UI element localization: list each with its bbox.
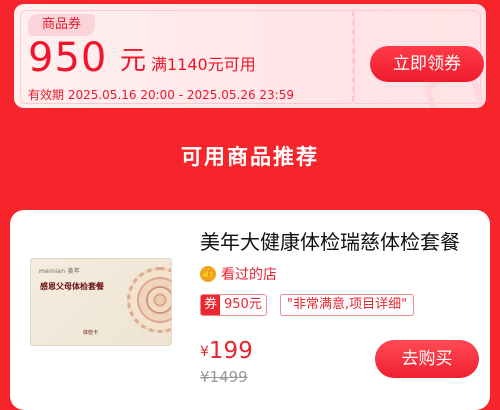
coupon-badge-value: 950元 (220, 295, 266, 315)
product-image-brand: meinian 美年 (39, 268, 81, 275)
buy-button[interactable]: 去购买 (375, 340, 479, 378)
coupon-badge-tag: 券 (201, 295, 221, 315)
product-price: ¥199 (200, 338, 253, 364)
coupon-amount: 950 (28, 35, 108, 81)
coupon-validity: 有效期 2025.05.16 20:00 - 2025.05.26 23:59 (28, 88, 294, 102)
coupon-unit: 元 (120, 46, 147, 76)
coupon-type-tag: 商品券 (28, 14, 96, 36)
section-title: 可用商品推荐 (181, 145, 319, 169)
price-value: 199 (208, 338, 253, 364)
review-badge: "非常满意,项目详细" (280, 294, 415, 316)
product-image-subtitle: 体检卡 (83, 330, 99, 336)
price-currency: ¥ (200, 344, 209, 360)
coupon-card: 商品券 950 元 满1140元可用 有效期 2025.05.16 20:00 … (14, 4, 486, 108)
product-image-title: 感恩父母体检套餐 (40, 282, 104, 291)
product-image[interactable]: meinian 美年 感恩父母体检套餐 体检卡 (30, 258, 172, 346)
original-price: ¥1499 (200, 368, 248, 386)
claim-coupon-button[interactable]: 立即领券 (370, 46, 484, 82)
thumbs-up-icon: 👍 (200, 266, 216, 282)
coupon-condition: 满1140元可用 (151, 55, 256, 74)
coupon-badge: 券 950元 (200, 294, 267, 316)
product-title[interactable]: 美年大健康体检瑞慈体检套餐 (200, 228, 480, 256)
visited-shop-text: 看过的店 (221, 267, 277, 283)
mandala-pattern-icon (127, 267, 171, 333)
